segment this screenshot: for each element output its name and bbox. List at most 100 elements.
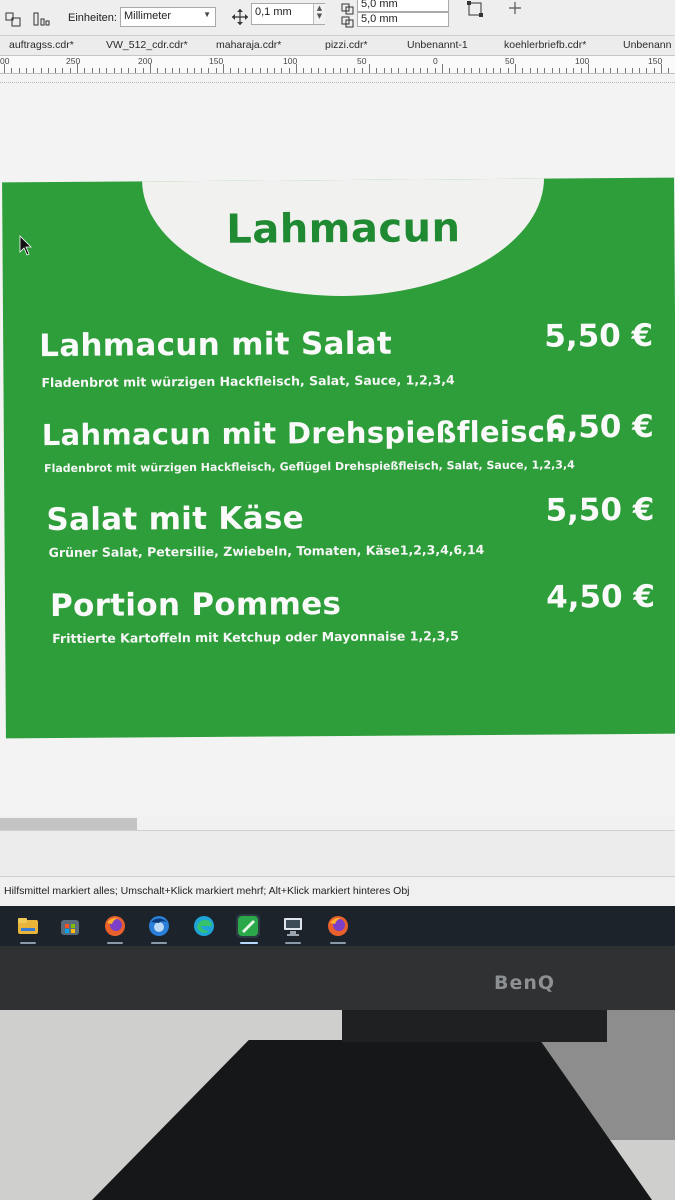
ruler-tick: [661, 64, 662, 73]
thunderbird-icon[interactable]: [147, 914, 171, 938]
ruler-tick: [142, 68, 144, 73]
status-bar: Hilfsmittel markiert alles; Umschalt+Kli…: [0, 876, 675, 906]
add-icon[interactable]: [508, 0, 526, 18]
ruler-tick: [361, 68, 363, 73]
monitor-stand-neck: [342, 1010, 607, 1042]
ruler-tick: [310, 68, 312, 73]
ruler-tick: [383, 68, 385, 73]
running-indicator: [107, 942, 123, 944]
ruler-tick: [33, 68, 35, 73]
ruler-tick: [296, 64, 297, 73]
ruler-tick: [186, 68, 188, 73]
ruler-tick: [405, 68, 407, 73]
ruler-tick: [566, 68, 568, 73]
ruler-tick: [84, 68, 86, 73]
menu-title: Lahmacun: [226, 205, 461, 253]
ruler-tick: [653, 68, 655, 73]
firefox-icon[interactable]: [103, 914, 127, 938]
ruler-tick: [558, 68, 560, 73]
coreldraw-icon[interactable]: [236, 914, 260, 938]
units-select[interactable]: Millimeter ▼: [120, 7, 216, 27]
running-indicator: [330, 942, 346, 944]
tab-document[interactable]: maharaja.cdr*: [216, 39, 281, 51]
ruler-tick: [624, 68, 626, 73]
tab-document[interactable]: pizzi.cdr*: [325, 39, 368, 51]
ruler-tick: [128, 68, 130, 73]
file-explorer-icon[interactable]: [16, 914, 40, 938]
tab-document[interactable]: Unbenann: [623, 39, 671, 51]
ruler-tick: [646, 68, 648, 73]
align-objects-icon[interactable]: [5, 10, 23, 28]
menu-item-description: Fladenbrot mit würzigen Hackfleisch, Gef…: [44, 458, 575, 476]
tab-document[interactable]: Unbenannt-1: [407, 39, 468, 51]
remote-desktop-icon[interactable]: [281, 914, 305, 938]
ruler-tick: [595, 68, 597, 73]
menu-item-price: 6,50 €: [544, 408, 654, 446]
tab-document[interactable]: VW_512_cdr.cdr*: [106, 39, 188, 51]
guideline: [0, 82, 675, 83]
store-icon[interactable]: [58, 914, 82, 938]
ruler-tick: [668, 68, 670, 73]
ruler-tick: [244, 68, 246, 73]
ruler-tick: [500, 68, 502, 73]
ruler-tick: [288, 68, 290, 73]
ruler-tick: [230, 68, 232, 73]
menu-item-name: Lahmacun mit Salat: [39, 325, 393, 365]
ruler-tick: [252, 68, 254, 73]
ruler-tick: [580, 68, 582, 73]
edge-icon[interactable]: [192, 914, 216, 938]
ruler-tick: [398, 68, 400, 73]
tab-document[interactable]: koehlerbriefb.cdr*: [504, 39, 586, 51]
firefox-icon[interactable]: [326, 914, 350, 938]
ruler-label: 50: [357, 56, 367, 66]
ruler-tick: [478, 68, 480, 73]
menu-item-name: Lahmacun mit Drehspießfleisch: [41, 414, 567, 453]
ruler-tick: [150, 64, 151, 73]
ruler-tick: [609, 68, 611, 73]
ruler-tick: [390, 68, 392, 73]
taskbar: [0, 906, 675, 946]
nudge-stepper[interactable]: ▲ ▼: [313, 4, 325, 24]
ruler-tick: [266, 68, 268, 73]
menu-item-name: Portion Pommes: [49, 585, 342, 625]
ruler-tick: [544, 68, 546, 73]
ruler-tick: [201, 68, 203, 73]
tab-document[interactable]: auftragss.cdr*: [9, 39, 74, 51]
ruler-tick: [325, 68, 327, 73]
ruler-label: 0: [433, 56, 438, 66]
ruler-tick: [639, 68, 641, 73]
ruler-tick: [55, 68, 57, 73]
menu-item-description: Frittierte Kartoffeln mit Ketchup oder M…: [52, 628, 459, 647]
document-palette-area: [0, 830, 675, 876]
menu-board[interactable]: Lahmacun Lahmacun mit Salat Fladenbrot m…: [2, 177, 675, 739]
chevron-down-icon: ▼: [203, 10, 211, 19]
transform-frame-icon[interactable]: [466, 0, 484, 18]
monitor-brand-logo: BenQ: [494, 972, 556, 994]
ruler-tick: [135, 68, 137, 73]
ruler-tick: [339, 68, 341, 73]
nudge-distance-value: 0,1 mm: [255, 6, 292, 18]
ruler-tick: [98, 68, 100, 73]
active-indicator: [240, 942, 258, 944]
distribute-objects-icon[interactable]: [32, 10, 50, 28]
ruler-tick: [281, 68, 283, 73]
mouse-pointer-icon: [19, 235, 33, 261]
ruler-tick: [369, 64, 370, 73]
monitor-bezel: BenQ: [0, 946, 675, 1010]
horizontal-ruler[interactable]: 00 250 200 150 100 50 0 50 100 150: [0, 56, 675, 74]
menu-item-description: Grüner Salat, Petersilie, Zwiebeln, Toma…: [48, 541, 485, 561]
ruler-tick: [617, 68, 619, 73]
ruler-tick: [332, 68, 334, 73]
ruler-tick: [77, 64, 78, 73]
running-indicator: [20, 942, 36, 944]
duplicate-x-field[interactable]: 5,0 mm: [357, 0, 449, 12]
ruler-tick: [573, 68, 575, 73]
duplicate-y-icon: [340, 13, 358, 31]
duplicate-y-field[interactable]: 5,0 mm: [357, 12, 449, 27]
ruler-tick: [507, 68, 509, 73]
units-label: Einheiten:: [68, 12, 117, 24]
ruler-tick: [317, 68, 319, 73]
ruler-tick: [120, 68, 122, 73]
menu-item-name: Salat mit Käse: [46, 500, 305, 539]
ruler-tick: [4, 64, 5, 73]
